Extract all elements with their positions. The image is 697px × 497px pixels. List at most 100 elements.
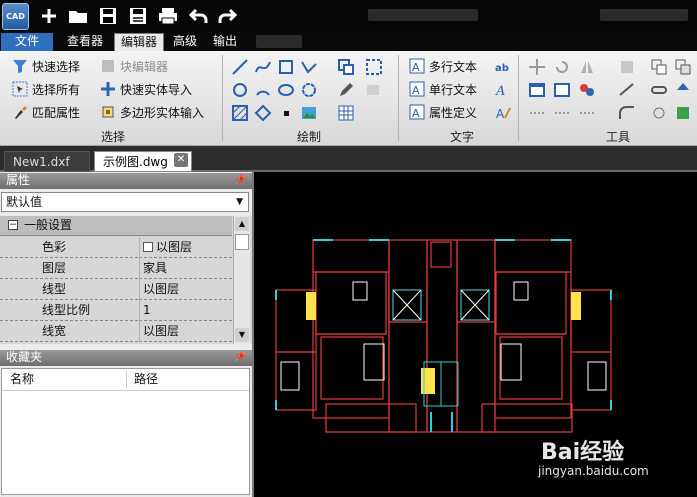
block-icon xyxy=(102,60,114,72)
shape-disabled-icon[interactable] xyxy=(365,81,383,99)
extend-icon[interactable] xyxy=(553,104,571,122)
revision-cloud-icon[interactable] xyxy=(300,81,318,99)
plus-arrows-icon xyxy=(101,82,115,96)
property-grid: − 一般设置 色彩 以图层 图层 家具 线型 以图层 线型比例 1 线宽 以图层 ▲ ▼ xyxy=(0,216,252,344)
polyline-icon[interactable] xyxy=(300,58,318,76)
window-icon[interactable] xyxy=(528,81,546,99)
fillet-icon[interactable] xyxy=(618,104,636,122)
image-icon[interactable] xyxy=(300,104,318,122)
property-row[interactable]: 色彩 以图层 xyxy=(0,237,232,258)
scroll-up-icon[interactable]: ▲ xyxy=(235,217,249,231)
property-row[interactable]: 线型比例 1 xyxy=(0,300,232,321)
app-logo: CAD xyxy=(2,3,29,30)
attdef-button[interactable]: A 属性定义 xyxy=(409,103,477,121)
funnel-icon xyxy=(13,60,27,73)
pin-icon[interactable]: 📌 xyxy=(234,350,246,365)
draw-group-label: 绘制 xyxy=(296,130,321,144)
collapse-icon[interactable]: − xyxy=(8,220,18,230)
undo-icon[interactable] xyxy=(188,6,210,26)
menu-viewer[interactable]: 查看器 xyxy=(60,33,110,51)
text-format-icon[interactable]: A xyxy=(494,104,512,122)
solid-icon[interactable] xyxy=(254,104,272,122)
color-swatch xyxy=(143,242,153,252)
open-folder-icon[interactable] xyxy=(67,6,89,26)
block-editor-button[interactable]: 块编辑器 xyxy=(100,57,168,75)
col-path[interactable]: 路径 xyxy=(134,369,158,390)
mtext-icon: A xyxy=(409,58,425,74)
select-all-button[interactable]: 选择所有 xyxy=(12,80,80,98)
region-icon[interactable] xyxy=(365,58,383,76)
property-row[interactable]: 线宽 以图层 xyxy=(0,321,232,342)
property-scrollbar[interactable]: ▲ ▼ xyxy=(233,216,250,344)
title-bar: CAD xyxy=(0,0,697,32)
color-picker-icon[interactable] xyxy=(578,81,596,99)
spline-icon[interactable] xyxy=(254,58,272,76)
arrow-up-icon[interactable] xyxy=(674,81,692,99)
new-icon[interactable] xyxy=(38,6,60,26)
arc-icon[interactable] xyxy=(254,81,272,99)
link-icon[interactable] xyxy=(650,81,668,99)
menu-editor[interactable]: 编辑器 xyxy=(114,33,164,51)
col-name[interactable]: 名称 xyxy=(10,369,34,390)
copy-entity-icon[interactable] xyxy=(337,58,355,76)
redo-icon[interactable] xyxy=(216,6,238,26)
table-icon[interactable] xyxy=(337,104,355,122)
polygon-entity-input-button[interactable]: 多边形实体输入 xyxy=(100,103,204,121)
menu-file[interactable]: 文件 xyxy=(1,33,53,51)
text-edit-icon[interactable]: A xyxy=(494,81,512,99)
text-style-icon[interactable]: ab xyxy=(494,58,512,76)
explode-icon[interactable] xyxy=(650,104,668,122)
viewport-icon[interactable] xyxy=(553,81,571,99)
layer-stack-icon[interactable] xyxy=(618,58,636,76)
linetype-icon[interactable] xyxy=(618,81,636,99)
trim-icon[interactable] xyxy=(528,104,546,122)
favorites-header-row: 名称 路径 xyxy=(2,369,249,391)
drawing-canvas[interactable]: Bai经验 jingyan.baidu.com xyxy=(256,172,697,497)
move-icon[interactable] xyxy=(528,58,546,76)
properties-dropdown[interactable]: 默认值 ▼ xyxy=(1,192,249,212)
scroll-thumb[interactable] xyxy=(235,234,249,250)
mtext-button[interactable]: A 多行文本 xyxy=(409,57,477,75)
left-panel: 属性 📌 默认值 ▼ − 一般设置 色彩 以图层 图层 家具 线型 以图层 线型比例 1 线宽… xyxy=(0,172,254,497)
menu-output[interactable]: 输出 xyxy=(208,33,242,51)
copy-layers-icon[interactable] xyxy=(650,58,668,76)
match-properties-button[interactable]: 匹配属性 xyxy=(12,103,80,121)
svg-text:ab: ab xyxy=(495,63,509,74)
line-icon[interactable] xyxy=(231,58,249,76)
property-row[interactable]: 图层 家具 xyxy=(0,258,232,279)
watermark-brand: Bai经验 xyxy=(541,440,625,465)
rotate-icon[interactable] xyxy=(553,58,571,76)
mirror-icon[interactable] xyxy=(578,58,596,76)
menu-bar: 文件 查看器 编辑器 高级 输出 xyxy=(0,32,697,51)
section-general[interactable]: − 一般设置 xyxy=(0,216,232,236)
brush-icon xyxy=(15,106,27,119)
quick-entity-import-button[interactable]: 快速实体导入 xyxy=(100,80,192,98)
close-tab-icon[interactable]: ✕ xyxy=(174,153,188,167)
rectangle-icon[interactable] xyxy=(277,58,295,76)
stext-button[interactable]: A 单行文本 xyxy=(409,80,477,98)
pin-icon[interactable]: 📌 xyxy=(234,173,246,188)
purge-icon[interactable] xyxy=(674,104,692,122)
watermark-url: jingyan.baidu.com xyxy=(538,464,649,478)
point-icon[interactable] xyxy=(277,104,295,122)
ellipse-icon[interactable] xyxy=(277,81,295,99)
ribbon-separator xyxy=(518,55,519,141)
hatch-icon[interactable] xyxy=(231,104,249,122)
properties-header: 属性 📌 xyxy=(0,173,252,189)
select-all-icon xyxy=(12,81,28,97)
save-as-icon[interactable] xyxy=(127,6,149,26)
menu-advanced[interactable]: 高级 xyxy=(168,33,202,51)
scroll-down-icon[interactable]: ▼ xyxy=(235,328,249,342)
block-insert-icon[interactable] xyxy=(674,58,692,76)
print-icon[interactable] xyxy=(157,6,179,26)
pencil-icon[interactable] xyxy=(337,81,355,99)
svg-text:A: A xyxy=(412,84,420,97)
save-icon[interactable] xyxy=(97,6,119,26)
circle-icon[interactable] xyxy=(231,81,249,99)
text-group-label: 文字 xyxy=(449,130,474,144)
floor-plan xyxy=(275,239,612,433)
quick-select-button[interactable]: 快速选择 xyxy=(12,57,80,75)
offset-icon[interactable] xyxy=(578,104,596,122)
tab-new1[interactable]: New1.dxf xyxy=(4,151,90,172)
property-row[interactable]: 线型 以图层 xyxy=(0,279,232,300)
